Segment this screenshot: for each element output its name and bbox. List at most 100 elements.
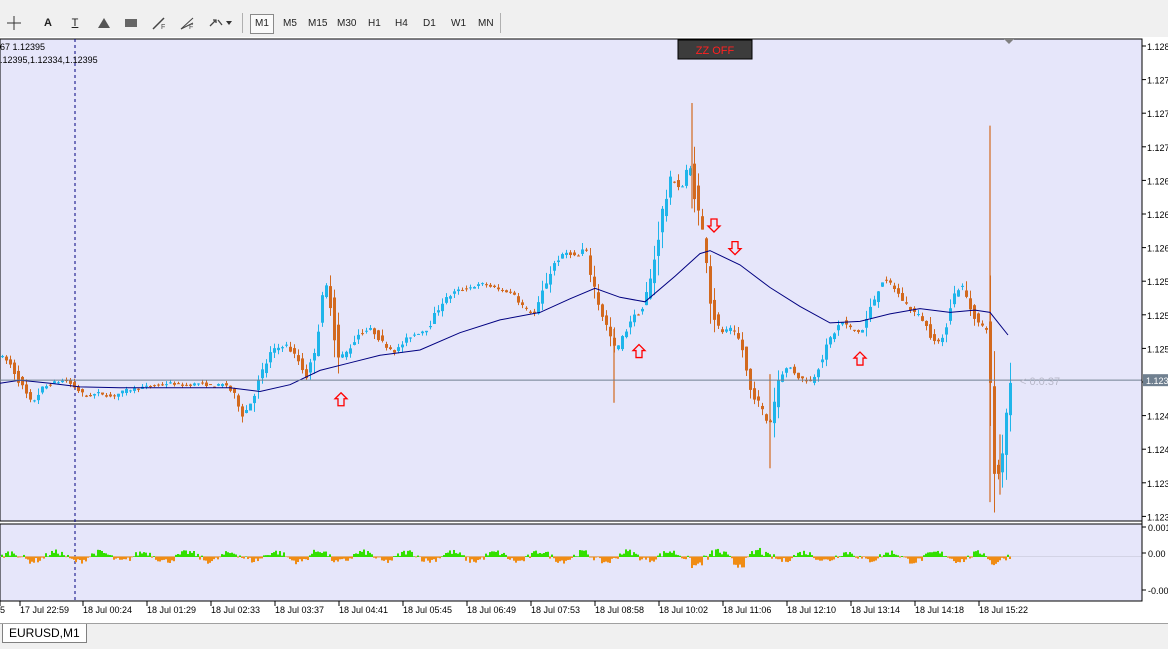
arrows-dropdown-icon[interactable] <box>206 13 234 33</box>
oscillator-bar <box>443 555 445 557</box>
candle-bull <box>833 333 836 340</box>
timeframe-h1[interactable]: H1 <box>363 14 386 34</box>
oscillator-bar <box>741 556 743 568</box>
osc-axis-label: 0.001 <box>1148 523 1168 533</box>
candle-bear <box>293 348 296 354</box>
oscillator-bar <box>821 556 823 561</box>
oscillator-bar <box>227 552 229 557</box>
oscillator-bar <box>385 556 387 560</box>
oscillator-bar <box>845 552 847 557</box>
oscillator-bar <box>63 555 65 557</box>
oscillator-bar <box>555 556 557 562</box>
oscillator-bar <box>293 556 295 561</box>
oscillator-bar <box>937 550 939 557</box>
oscillator-bar <box>177 553 179 557</box>
candle-bear <box>929 324 932 338</box>
toolbar-separator <box>500 13 501 33</box>
candle-bear <box>933 334 936 341</box>
oscillator-bar <box>199 556 201 560</box>
candle-bull <box>537 302 540 314</box>
oscillator-bar <box>491 551 493 557</box>
timeframe-w1[interactable]: W1 <box>446 14 471 34</box>
oscillator-bar <box>393 556 395 557</box>
time-axis-label: 18 Jul 02:33 <box>211 605 260 615</box>
oscillator-bar <box>15 555 17 557</box>
candle-bull <box>469 287 472 289</box>
oscillator-bar <box>209 556 211 563</box>
text-label-tool-button[interactable]: T <box>68 13 82 33</box>
oscillator-bar <box>951 556 953 559</box>
oscillator-bar <box>171 556 173 561</box>
candle-bear <box>601 304 604 317</box>
oscillator-bar <box>321 552 323 557</box>
timeframe-m5[interactable]: M5 <box>278 14 302 34</box>
oscillator-bar <box>419 556 421 558</box>
timeframe-m1[interactable]: M1 <box>250 14 274 34</box>
triangle-icon[interactable] <box>96 13 112 33</box>
oscillator-bar <box>797 552 799 557</box>
candle-bear <box>985 328 988 330</box>
oscillator-bar <box>569 556 571 560</box>
candle-bull <box>621 336 624 350</box>
fibonacci-fan-icon[interactable]: F <box>178 13 196 33</box>
oscillator-bar <box>151 556 153 558</box>
candle-bear <box>573 252 576 256</box>
timeframe-m15[interactable]: M15 <box>303 14 332 34</box>
oscillator-bar <box>765 551 767 557</box>
candle-bear <box>889 280 892 283</box>
oscillator-bar <box>621 554 623 557</box>
oscillator-bar <box>387 556 389 563</box>
oscillator-bar <box>561 556 563 561</box>
price-axis-label: 1.1274 <box>1147 109 1168 119</box>
oscillator-bar <box>369 552 371 557</box>
oscillator-bar <box>309 555 311 557</box>
oscillator-bar <box>667 552 669 557</box>
oscillator-bar <box>879 554 881 557</box>
oscillator-bar <box>1005 556 1007 561</box>
tab-eurusd-m1[interactable]: EURUSD,M1 <box>2 624 87 643</box>
oscillator-bar <box>743 556 745 568</box>
oscillator-bar <box>679 555 681 557</box>
oscillator-bar <box>673 550 675 557</box>
zz-off-button[interactable]: ZZ OFF <box>696 45 735 57</box>
timeframe-h4[interactable]: H4 <box>390 14 413 34</box>
oscillator-bar <box>267 555 269 557</box>
timeframe-d1[interactable]: D1 <box>418 14 441 34</box>
oscillator-bar <box>123 556 125 560</box>
oscillator-bar <box>115 556 117 559</box>
oscillator-bar <box>93 553 95 557</box>
candle-bear <box>885 279 888 281</box>
candle-bear <box>745 346 748 371</box>
timeframe-mn[interactable]: MN <box>473 14 499 34</box>
candle-bull <box>453 291 456 294</box>
info-line-2: .12395,1.12334,1.12395 <box>0 55 98 65</box>
text-tool-button[interactable]: A <box>42 13 54 33</box>
candle-bull <box>829 337 832 345</box>
oscillator-bar <box>465 556 467 561</box>
oscillator-bar <box>655 556 657 560</box>
oscillator-bar <box>175 554 177 557</box>
oscillator-bar <box>931 552 933 557</box>
oscillator-bar <box>827 556 829 560</box>
oscillator-bar <box>519 556 521 561</box>
oscillator-bar <box>729 555 731 557</box>
oscillator-bar <box>245 556 247 557</box>
oscillator-bar <box>455 553 457 557</box>
chart-area[interactable]: 1.1281 1.1277 1.1274 1.1271 1.1268 1.1264 1.12… <box>0 37 1168 623</box>
candle-bear <box>85 395 88 397</box>
oscillator-bar <box>21 556 23 558</box>
timeframe-m30[interactable]: M30 <box>332 14 361 34</box>
candle-bull <box>861 329 864 333</box>
price-axis-label: 1.1258 <box>1147 277 1168 287</box>
oscillator-bar <box>591 556 593 558</box>
oscillator-bar <box>735 556 737 565</box>
oscillator-bar <box>613 556 615 558</box>
oscillator-bar <box>379 556 381 558</box>
oscillator-bar <box>727 554 729 557</box>
oscillator-bar <box>687 555 689 557</box>
candle-bear <box>233 388 236 393</box>
candle-bear <box>697 185 700 211</box>
crosshair-icon[interactable] <box>6 13 22 33</box>
fibonacci-icon[interactable]: F <box>150 13 168 33</box>
rectangle-icon[interactable] <box>123 13 139 33</box>
